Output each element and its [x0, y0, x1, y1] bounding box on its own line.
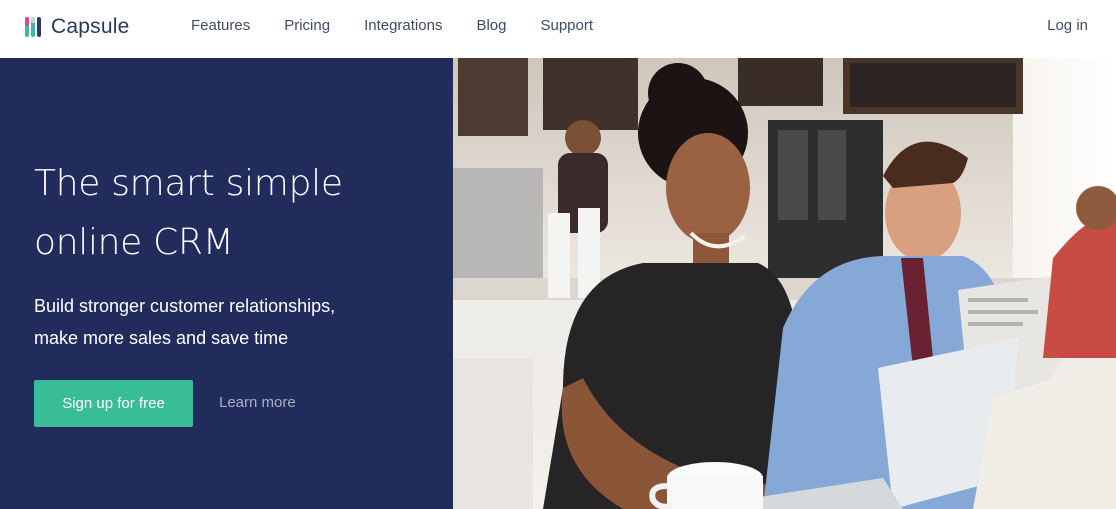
- nav-link-features[interactable]: Features: [191, 17, 250, 34]
- nav-link-pricing[interactable]: Pricing: [284, 17, 330, 34]
- learn-more-link[interactable]: Learn more: [219, 394, 296, 411]
- hero-headline-line1: The smart simple: [34, 163, 343, 204]
- logo-text: Capsule: [51, 15, 130, 38]
- hero-subtext-line1: Build stronger customer relationships,: [34, 296, 336, 316]
- nav-link-support[interactable]: Support: [540, 17, 593, 34]
- nav-link-blog[interactable]: Blog: [476, 17, 506, 34]
- capsule-logo-icon: [25, 16, 45, 38]
- logo[interactable]: Capsule: [25, 15, 129, 39]
- hero-subtext-line2: make more sales and save time: [34, 328, 289, 348]
- nav-links: Features Pricing Integrations Blog Suppo…: [191, 17, 627, 34]
- hero-panel: The smart simple online CRM Build strong…: [0, 58, 453, 509]
- hero-headline-line2: online CRM: [34, 222, 234, 263]
- login-link[interactable]: Log in: [1047, 17, 1088, 34]
- cafe-photo-illustration: [453, 58, 1116, 509]
- hero-headline: The smart simple online CRM: [34, 154, 434, 272]
- nav-link-integrations[interactable]: Integrations: [364, 17, 442, 34]
- hero-subtext: Build stronger customer relationships, m…: [34, 290, 434, 354]
- top-navigation: Capsule Features Pricing Integrations Bl…: [0, 0, 1116, 58]
- sign-up-button[interactable]: Sign up for free: [34, 380, 193, 427]
- cafe-photo: [453, 58, 1116, 509]
